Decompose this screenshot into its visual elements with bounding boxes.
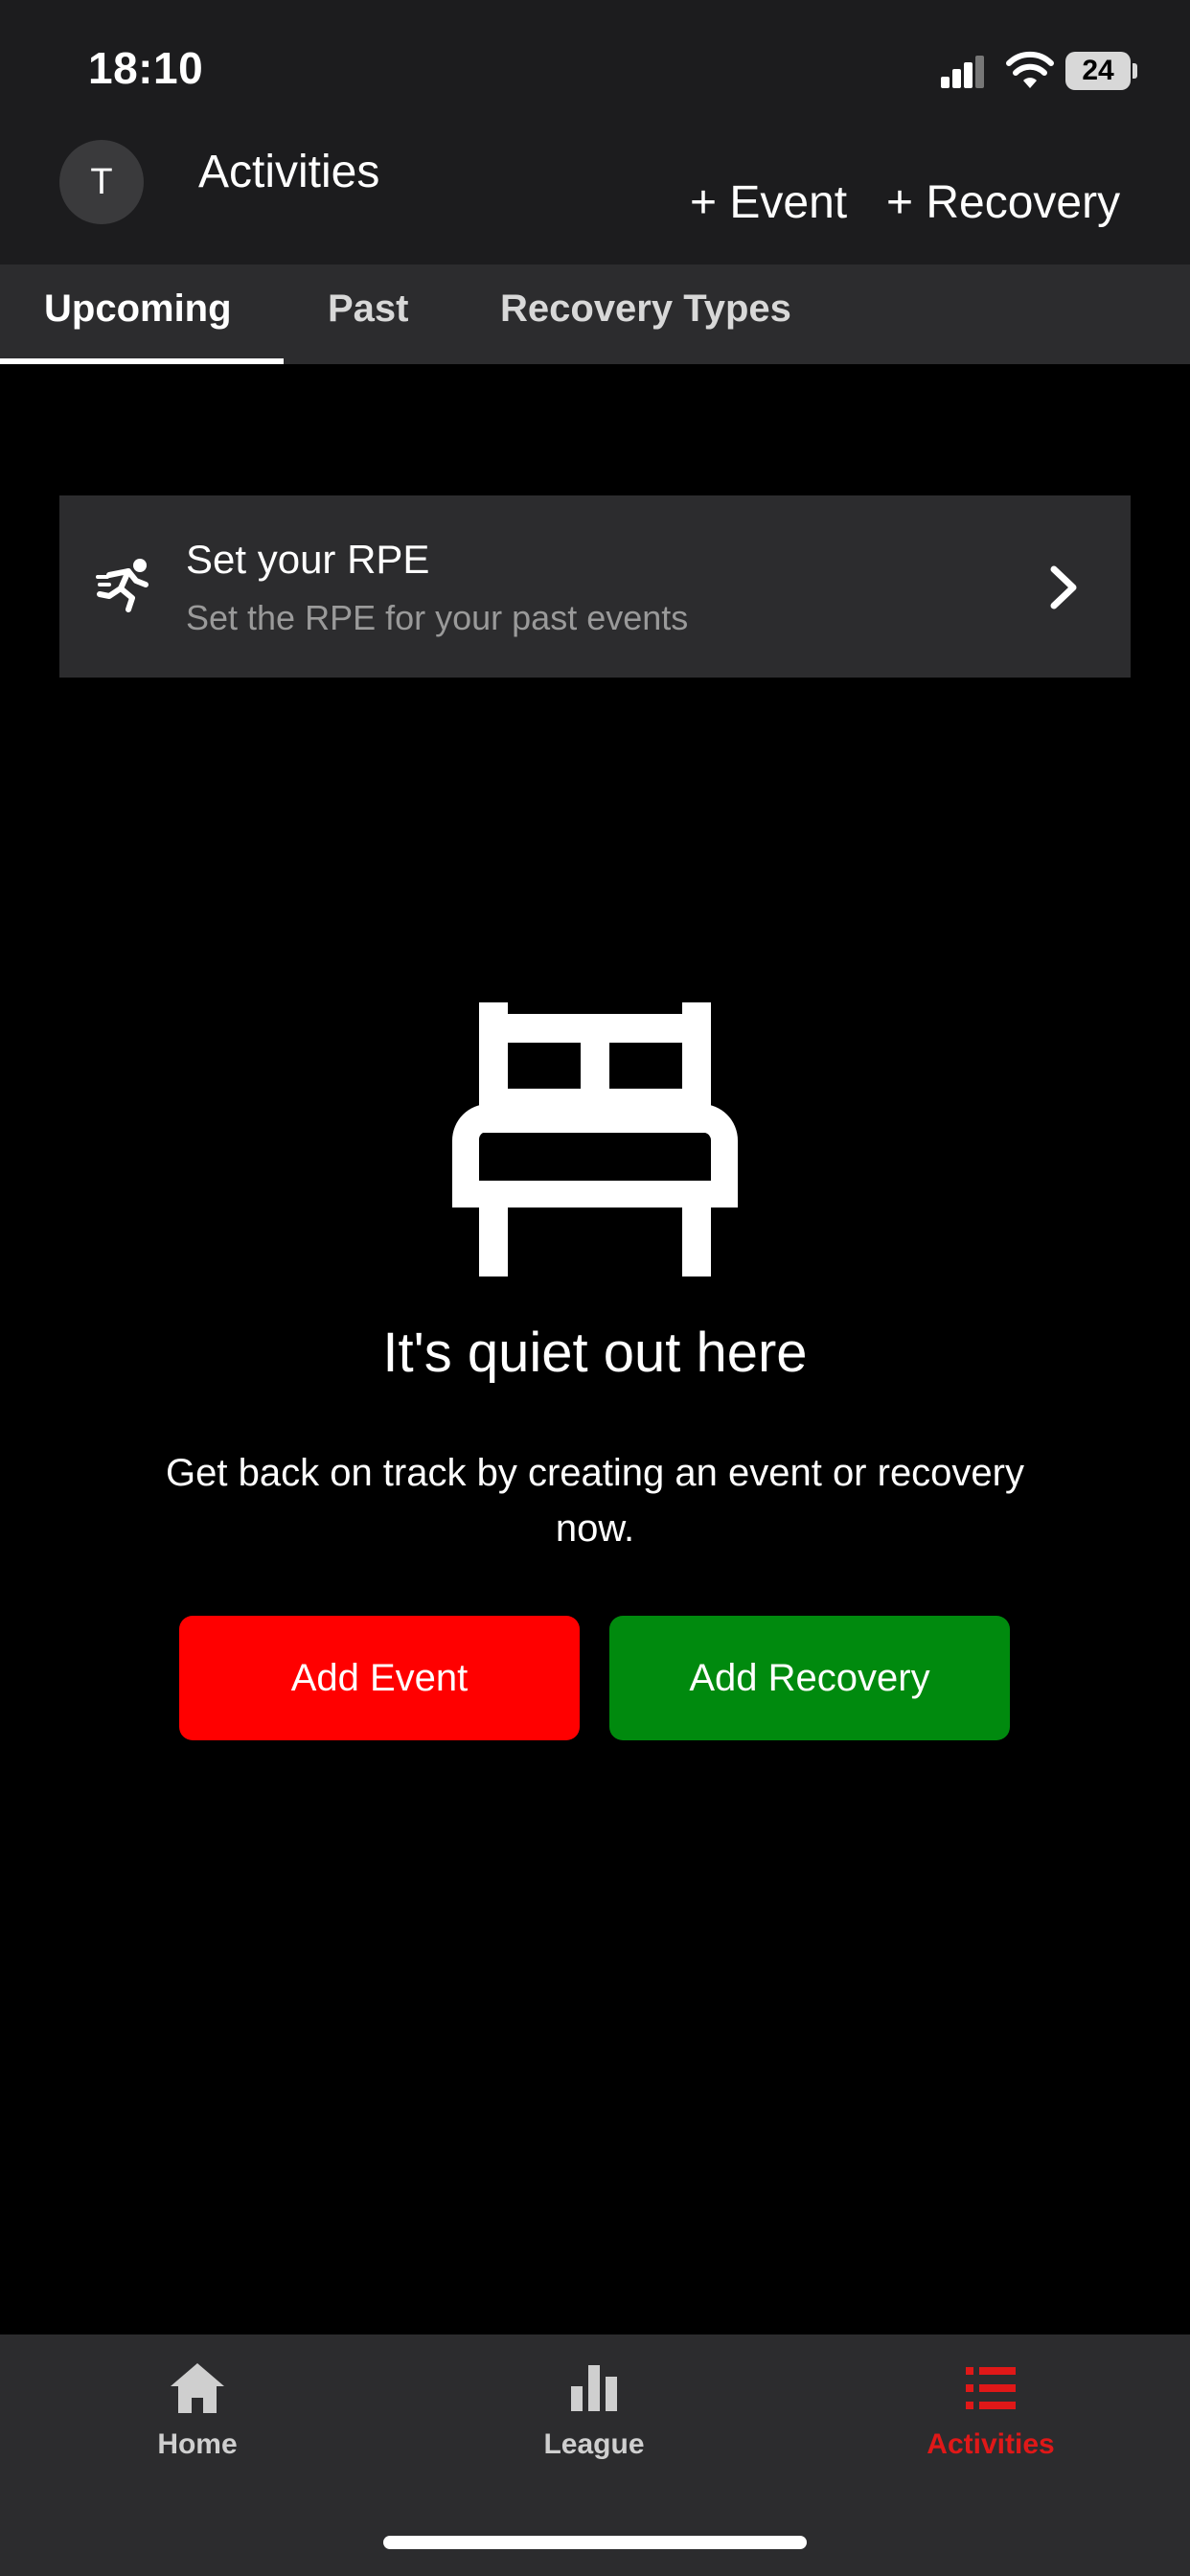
nav-activities-label: Activities (927, 2428, 1055, 2460)
tab-recovery-types[interactable]: Recovery Types (500, 288, 791, 331)
bar-chart-icon (571, 2365, 617, 2411)
add-event-header-button[interactable]: + Event (690, 176, 847, 229)
status-time: 18:10 (88, 43, 204, 93)
nav-home[interactable]: Home (54, 2358, 341, 2461)
cellular-signal-icon (941, 56, 984, 88)
list-icon (966, 2367, 1016, 2409)
running-person-icon (96, 559, 149, 612)
nav-activities[interactable]: Activities (847, 2358, 1134, 2461)
battery-level: 24 (1065, 52, 1131, 90)
set-rpe-card[interactable] (59, 495, 1131, 678)
bed-icon (452, 1002, 738, 1276)
add-event-button[interactable]: Add Event (179, 1616, 580, 1740)
add-recovery-button[interactable]: Add Recovery (609, 1616, 1010, 1740)
home-icon (171, 2363, 224, 2413)
empty-state-title: It's quiet out here (382, 1322, 808, 1384)
wifi-icon (1006, 51, 1054, 88)
rpe-card-title: Set your RPE (186, 537, 430, 582)
rpe-card-subtitle: Set the RPE for your past events (186, 598, 689, 637)
nav-league[interactable]: League (450, 2358, 738, 2461)
chevron-right-icon (1050, 565, 1077, 610)
nav-league-label: League (543, 2428, 645, 2460)
add-recovery-header-button[interactable]: + Recovery (886, 176, 1120, 229)
battery-tip (1133, 63, 1137, 79)
tab-upcoming[interactable]: Upcoming (44, 288, 232, 331)
nav-home-label: Home (157, 2428, 238, 2460)
page-title: Activities (198, 147, 380, 197)
avatar[interactable]: T (59, 140, 144, 224)
home-indicator[interactable] (383, 2536, 807, 2549)
active-tab-indicator (0, 358, 284, 364)
empty-state-message: Get back on track by creating an event o… (166, 1452, 1024, 1550)
tab-past[interactable]: Past (328, 288, 409, 331)
